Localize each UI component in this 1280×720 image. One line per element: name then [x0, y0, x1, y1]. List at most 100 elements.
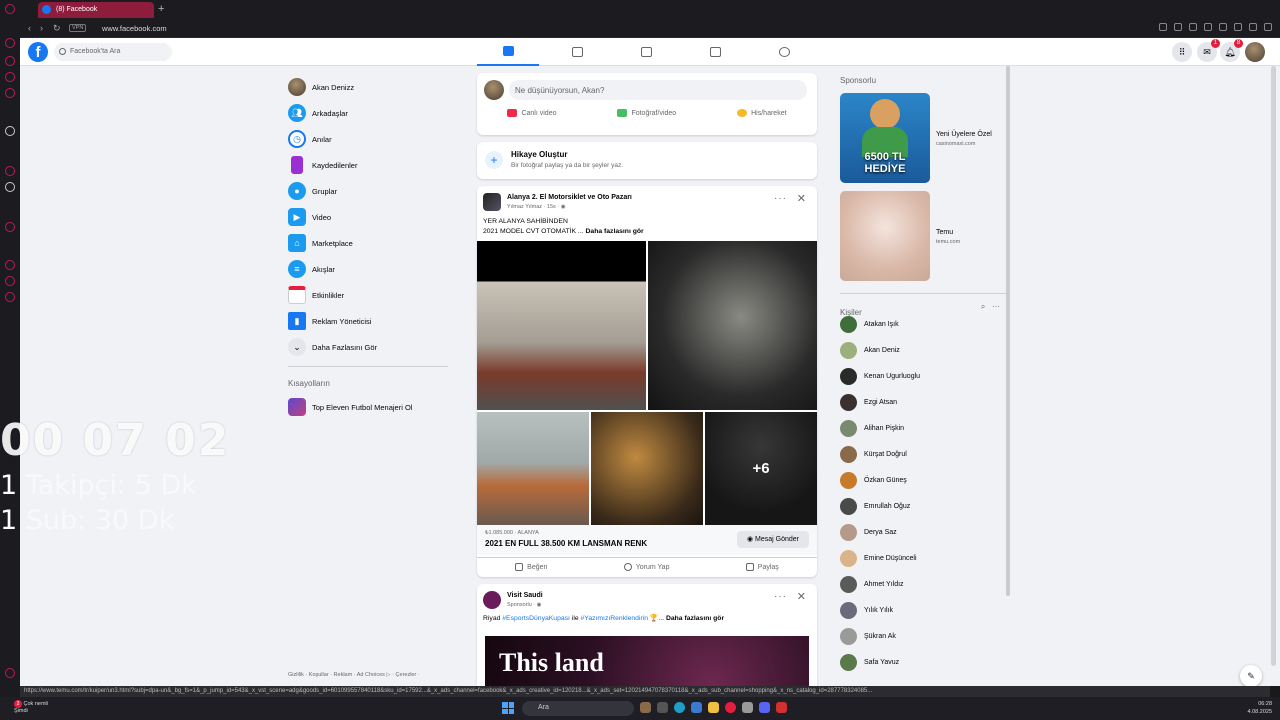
contact-item[interactable]: Yılık Yılık	[840, 597, 1006, 623]
tab-groups[interactable]	[753, 38, 815, 66]
system-tray[interactable]: 06:28 4.08.2025	[1248, 700, 1272, 716]
right-rail-scrollbar[interactable]	[1006, 66, 1010, 596]
notifications-button[interactable]: 🔔︎ 8	[1220, 39, 1243, 62]
comment-button[interactable]: Yorum Yap	[623, 563, 669, 571]
close-icon[interactable]: ✕	[797, 192, 806, 205]
bookmark-page-icon[interactable]	[1159, 23, 1167, 31]
contact-item[interactable]: Ahmet Yıldız	[840, 571, 1006, 597]
sidebar-history-icon[interactable]	[5, 260, 15, 270]
downloads-icon[interactable]	[1249, 23, 1257, 31]
sponsored-ad[interactable]: 6500 TL HEDİYE Yeni Üyelere Özel casinom…	[840, 93, 1006, 185]
contact-item[interactable]: Kürşat Doğrul	[840, 441, 1006, 467]
live-video-button[interactable]: Canlı video	[507, 109, 557, 117]
page-name[interactable]: Visit Saudi	[507, 592, 543, 599]
contact-item[interactable]: Ezgi Atsan	[840, 389, 1006, 415]
explorer-icon[interactable]	[708, 702, 719, 713]
extension-icon[interactable]	[1219, 23, 1227, 31]
more-options-icon[interactable]: ···	[992, 302, 1000, 311]
nav-item[interactable]: 👥︎ Arkadaşlar	[282, 100, 454, 126]
url-field[interactable]: www.facebook.com	[102, 24, 167, 33]
sidebar-more-icon[interactable]	[5, 668, 15, 678]
visit-saudi-avatar[interactable]	[483, 591, 501, 609]
more-options-icon[interactable]: ···	[774, 591, 787, 602]
nav-item[interactable]: ≡ Akışlar	[282, 256, 454, 282]
ad-banner-image[interactable]: This land	[485, 636, 809, 686]
nav-item[interactable]: ▶ Video	[282, 204, 454, 230]
new-message-button[interactable]: ✎	[1240, 665, 1262, 686]
shortcut-item[interactable]: Top Eleven Futbol Menajeri Ol	[282, 394, 454, 420]
group-name[interactable]: Alanya 2. El Motorsiklet ve Oto Pazarı	[507, 194, 632, 201]
contact-item[interactable]: Şükran Ak	[840, 623, 1006, 649]
forward-icon[interactable]: ›	[40, 23, 43, 33]
menu-button[interactable]: ⠿	[1172, 42, 1192, 62]
back-icon[interactable]: ‹	[28, 23, 31, 33]
player-icon[interactable]	[1189, 23, 1197, 31]
more-options-icon[interactable]: ···	[774, 193, 787, 204]
footer-links[interactable]: Gizlilik · Koşullar · Reklam · Ad Choice…	[288, 672, 420, 678]
nav-item[interactable]: Akan Denizz	[282, 74, 454, 100]
edge-icon[interactable]	[674, 702, 685, 713]
nav-item[interactable]: ◷ Anılar	[282, 126, 454, 152]
see-more-button[interactable]: ⌄ Daha Fazlasını Gör	[282, 334, 454, 360]
start-button[interactable]	[502, 702, 514, 714]
feeling-button[interactable]: His/hareket	[737, 109, 787, 117]
sidebar-whatsapp-icon[interactable]	[5, 88, 15, 98]
nav-item[interactable]: ● Gruplar	[282, 178, 454, 204]
facebook-logo-icon[interactable]: f	[28, 42, 48, 62]
sidebar-x-icon[interactable]	[5, 182, 15, 192]
contact-item[interactable]: Atakan Işık	[840, 311, 1006, 337]
contact-item[interactable]: Özkan Güneş	[840, 467, 1006, 493]
task-view-icon[interactable]	[657, 702, 668, 713]
create-story-card[interactable]: + Hikaye Oluştur Bir fotoğraf paylaş ya …	[477, 142, 817, 179]
see-more-link[interactable]: Daha fazlasını gör	[586, 228, 644, 235]
sponsored-ad[interactable]: Temu temu.com	[840, 191, 1006, 283]
app-icon[interactable]	[776, 702, 787, 713]
hashtag-link[interactable]: #YazımızıRenklendirin	[581, 615, 649, 622]
contact-item[interactable]: Emrullah Oğuz	[840, 493, 1006, 519]
tab-facebook[interactable]: (8) Facebook	[38, 2, 154, 18]
tab-marketplace[interactable]	[684, 38, 746, 66]
heart-icon[interactable]	[1204, 23, 1212, 31]
send-message-button[interactable]: ◉ Mesaj Gönder	[737, 531, 809, 548]
nav-item[interactable]: Kaydedilenler	[282, 152, 454, 178]
nav-item[interactable]: ▮ Reklam Yöneticisi	[282, 308, 454, 334]
hashtag-link[interactable]: #EsportsDünyaKupası	[502, 615, 570, 622]
sidebar-instagram-icon[interactable]	[5, 72, 15, 82]
tab-friends[interactable]	[546, 38, 608, 66]
sidebar-messenger-icon[interactable]	[5, 56, 15, 66]
composer-input[interactable]: Ne düşünüyorsun, Akan?	[509, 80, 807, 100]
messenger-button[interactable]: ✉ 1	[1197, 39, 1220, 62]
listing-info[interactable]: ₺1.085.000 · ALANYA 2021 EN FULL 38.500 …	[477, 525, 817, 555]
app-icon[interactable]	[640, 702, 651, 713]
opera-icon[interactable]	[725, 702, 736, 713]
sidebar-aria-icon[interactable]	[5, 38, 15, 48]
sidebar-app-icon[interactable]	[5, 126, 15, 136]
account-avatar[interactable]	[1245, 42, 1265, 62]
photo-5[interactable]: +6	[705, 412, 817, 525]
discord-icon[interactable]	[759, 702, 770, 713]
nav-item[interactable]: ⌂ Marketplace	[282, 230, 454, 256]
contact-item[interactable]: Derya Saz	[840, 519, 1006, 545]
contact-item[interactable]: Emine Düşünceli	[840, 545, 1006, 571]
taskbar-search[interactable]: Ara	[522, 701, 634, 716]
tab-video[interactable]	[615, 38, 677, 66]
sidebar-twitch-icon[interactable]	[5, 166, 15, 176]
contact-item[interactable]: Kenan Ugurluoglu	[840, 363, 1006, 389]
menu-icon[interactable]	[1264, 23, 1272, 31]
contact-item[interactable]: Alihan Pişkin	[840, 415, 1006, 441]
photo-1[interactable]	[477, 241, 646, 410]
group-avatar[interactable]	[483, 193, 501, 211]
reload-icon[interactable]: ↻	[53, 23, 61, 34]
photo-4[interactable]	[591, 412, 703, 525]
nav-item[interactable]: Etkinlikler	[282, 282, 454, 308]
contact-item[interactable]: Safa Yavuz	[840, 649, 1006, 675]
see-more-link[interactable]: Daha fazlasını gör	[666, 615, 724, 622]
sidebar-settings-icon[interactable]	[5, 292, 15, 302]
photo-3[interactable]	[477, 412, 589, 525]
page-scrollbar[interactable]	[1271, 66, 1276, 666]
vpn-badge[interactable]: VPN	[69, 24, 87, 32]
tab-home[interactable]	[477, 38, 539, 66]
store-icon[interactable]	[691, 702, 702, 713]
photo-2[interactable]	[648, 241, 817, 410]
new-tab-button[interactable]: +	[158, 3, 164, 15]
